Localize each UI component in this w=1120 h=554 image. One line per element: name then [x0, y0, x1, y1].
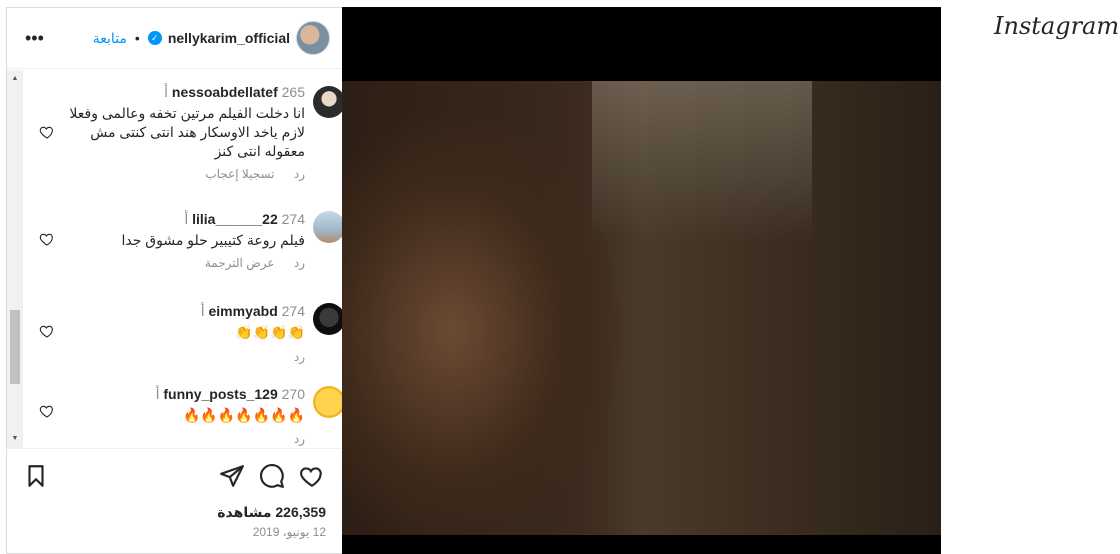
- heart-icon[interactable]: [39, 231, 55, 247]
- see-translation-button[interactable]: عرض الترجمة: [205, 256, 275, 270]
- comment-header: lilia______22 274 أ: [184, 211, 305, 228]
- view-count: 226,359 مشاهدة: [217, 504, 326, 520]
- comment-header: funny_posts_129 270 أ: [156, 386, 305, 403]
- comment-header: nessoabdellatef 265 أ: [164, 84, 305, 101]
- scroll-down-arrow-icon[interactable]: ▼: [7, 432, 23, 446]
- video-frame: [342, 81, 941, 535]
- comment-username[interactable]: funny_posts_129: [163, 386, 277, 402]
- comment-text: فيلم روعة كتيبير حلو مشوق جدا: [121, 232, 305, 248]
- comment-avatar[interactable]: [313, 211, 342, 243]
- reply-button[interactable]: رد: [294, 350, 305, 364]
- comment-item: lilia______22 274 أ فيلم روعة كتيبير حلو…: [29, 211, 342, 281]
- comment-actions: رد: [278, 432, 305, 446]
- header-user-info: متابعة • ✓ nellykarim_official: [93, 20, 330, 56]
- post-sidebar: ••• متابعة • ✓ nellykarim_official ▲ ▼ n…: [6, 7, 342, 554]
- heart-icon[interactable]: [39, 323, 55, 339]
- reply-button[interactable]: رد: [294, 167, 305, 181]
- heart-icon[interactable]: [39, 403, 55, 419]
- comment-username[interactable]: eimmyabd: [209, 303, 278, 319]
- like-count-button[interactable]: تسجيلا إعجاب: [205, 167, 274, 181]
- post-actions-bar: 226,359 مشاهدة 12 يونيو، 2019: [7, 448, 342, 554]
- verified-badge-icon: ✓: [147, 31, 162, 45]
- video-player[interactable]: [342, 7, 941, 554]
- comment-text: 👏👏👏👏: [235, 324, 305, 340]
- reply-button[interactable]: رد: [294, 256, 305, 270]
- comment-actions: رد تسجيلا إعجاب: [189, 167, 305, 181]
- paper-plane-icon[interactable]: [219, 463, 245, 489]
- heart-icon[interactable]: [39, 124, 55, 140]
- scroll-up-arrow-icon[interactable]: ▲: [7, 72, 23, 86]
- comment-avatar[interactable]: [313, 303, 342, 335]
- instagram-logo[interactable]: Instagram: [994, 12, 1119, 40]
- dot-separator: •: [134, 30, 140, 46]
- comment-icon[interactable]: [259, 463, 285, 489]
- scroll-thumb[interactable]: [10, 310, 20, 384]
- comment-actions: رد عرض الترجمة: [189, 256, 305, 270]
- follow-button[interactable]: متابعة: [93, 30, 127, 47]
- heart-icon[interactable]: [299, 463, 325, 489]
- comment-item: funny_posts_129 270 أ 🔥🔥🔥🔥🔥🔥🔥 رد: [29, 386, 342, 448]
- more-options-icon[interactable]: •••: [25, 28, 47, 48]
- post-username[interactable]: nellykarim_official: [168, 30, 290, 46]
- video-frame-highlight: [592, 81, 812, 241]
- comment-text: 🔥🔥🔥🔥🔥🔥🔥: [182, 407, 305, 423]
- comment-avatar[interactable]: [313, 386, 342, 418]
- comments-list[interactable]: ▲ ▼ nessoabdellatef 265 أ انا دخلت الفيل…: [7, 70, 342, 448]
- comment-header: eimmyabd 274 أ: [201, 303, 305, 320]
- comment-username[interactable]: nessoabdellatef: [172, 84, 278, 100]
- comments-scrollbar[interactable]: ▲ ▼: [7, 70, 23, 448]
- comment-avatar[interactable]: [313, 86, 342, 118]
- post-date: 12 يونيو، 2019: [252, 525, 326, 539]
- comment-item: nessoabdellatef 265 أ انا دخلت الفيلم مر…: [29, 84, 342, 184]
- reply-button[interactable]: رد: [294, 432, 305, 446]
- post-avatar[interactable]: [296, 21, 330, 55]
- comment-item: eimmyabd 274 أ 👏👏👏👏 رد: [29, 303, 342, 373]
- instagram-post-page: ••• متابعة • ✓ nellykarim_official ▲ ▼ n…: [0, 0, 1120, 554]
- comment-actions: رد: [278, 350, 305, 364]
- bookmark-icon[interactable]: [23, 463, 49, 489]
- comment-username[interactable]: lilia______22: [192, 211, 278, 227]
- comment-text: انا دخلت الفيلم مرتين تخفه وعالمى وفعلا …: [69, 105, 305, 159]
- post-header: ••• متابعة • ✓ nellykarim_official: [7, 8, 342, 69]
